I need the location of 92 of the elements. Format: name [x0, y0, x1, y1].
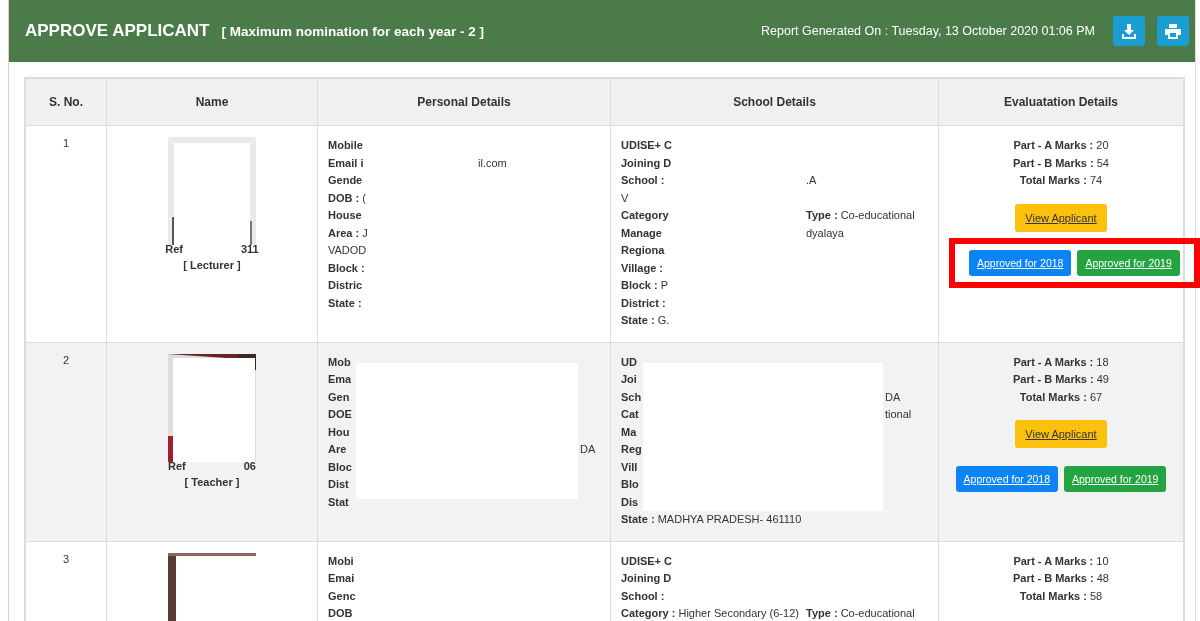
detail-text: Mobile	[328, 138, 364, 153]
detail-text: UD	[621, 354, 638, 370]
detail-text: Category	[621, 208, 670, 223]
approve-button[interactable]: Approved for 2018	[969, 249, 1072, 276]
detail-text: State : G.	[621, 313, 671, 328]
reference-text: 06	[243, 459, 256, 472]
detail-text: DOB	[328, 606, 354, 621]
detail-text: Joining D	[621, 155, 673, 171]
column-header: School Details	[610, 78, 939, 126]
detail-text: State :	[328, 295, 363, 311]
detail-text: il.com	[478, 155, 508, 171]
detail-text: Area : J	[328, 225, 369, 241]
detail-text: Joi	[621, 372, 638, 387]
marks-text: Part - B Marks : 54	[1012, 155, 1110, 171]
detail-text: Category : Higher Secondary (6-12)	[621, 606, 800, 621]
download-icon	[1122, 23, 1136, 39]
detail-text: Reg	[621, 442, 643, 457]
detail-text: .A	[806, 173, 818, 188]
detail-text: Bloc	[328, 459, 353, 475]
serial-number: 2	[62, 353, 70, 366]
detail-text: School :	[621, 588, 666, 604]
marks-text: Total Marks : 67	[1018, 389, 1104, 405]
detail-text: District :	[621, 295, 667, 311]
marks-text: Part - A Marks : 10	[1012, 553, 1110, 569]
serial-number: 3	[62, 552, 70, 565]
detail-text: Joining D	[621, 571, 673, 586]
marks-text: Part - B Marks : 48	[1012, 571, 1110, 586]
detail-text: Mob	[328, 354, 352, 370]
serial-number: 1	[62, 137, 70, 149]
approve-button[interactable]: Approved for 2019	[1077, 249, 1180, 276]
detail-text: Dis	[621, 494, 640, 510]
detail-text: House	[328, 208, 363, 223]
detail-text: Are	[328, 442, 348, 457]
report-date: Report Generated On : Tuesday, 13 October 2020 01:06 PM	[761, 24, 1095, 38]
detail-text: Ema	[328, 372, 353, 387]
detail-text: Mobi	[328, 553, 355, 569]
detail-text: Dist	[328, 477, 350, 492]
detail-text: Distric	[328, 278, 364, 293]
role-label: [ Lecturer ]	[183, 259, 241, 271]
approve-button[interactable]: Approved for 2018	[955, 466, 1058, 492]
reference-text: 311	[241, 243, 259, 255]
detail-text: Manage	[621, 225, 663, 241]
detail-text: Gen	[328, 389, 351, 405]
view-applicant-button[interactable]: View Applicant	[1015, 203, 1107, 232]
detail-text: Sch	[621, 389, 643, 405]
detail-text: Genc	[328, 588, 357, 604]
detail-text: dyalaya	[806, 225, 845, 241]
detail-text: Stat	[328, 494, 350, 510]
detail-text: Ma	[621, 424, 638, 440]
marks-text: Total Marks : 58	[1018, 588, 1104, 604]
role-label: [ Teacher ]	[184, 475, 240, 488]
detail-text: Emai	[328, 571, 356, 586]
download-button[interactable]	[1113, 16, 1145, 46]
detail-text: VADOD	[328, 243, 368, 258]
column-header: Name	[106, 78, 318, 126]
detail-text: Block :	[328, 260, 366, 276]
print-icon	[1165, 23, 1181, 39]
marks-text: Part - A Marks : 18	[1012, 354, 1110, 370]
detail-text: UDISE+ C	[621, 138, 674, 153]
detail-text: Village :	[621, 260, 664, 276]
detail-text: School :	[621, 173, 666, 188]
detail-text: State : MADHYA PRADESH- 461110	[621, 512, 803, 527]
column-header: Evaluatation Details	[938, 78, 1184, 126]
detail-text: Gende	[328, 173, 364, 188]
detail-text: tional	[885, 407, 913, 422]
approve-button[interactable]: Approved for 2019	[1064, 466, 1167, 492]
detail-text: DA	[885, 389, 902, 405]
marks-text: Part - B Marks : 49	[1012, 372, 1110, 387]
detail-text: Hou	[328, 424, 351, 440]
reference-text: Ref	[165, 243, 183, 255]
detail-text: DOE	[328, 407, 353, 422]
column-header: Personal Details	[317, 78, 611, 126]
detail-text: Block : P	[621, 278, 670, 293]
detail-text: Type : Co-educational	[806, 208, 916, 223]
detail-text: UDISE+ C	[621, 553, 674, 569]
detail-text: DA	[580, 442, 597, 457]
page-title: APPROVE APPLICANT	[25, 21, 210, 41]
print-button[interactable]	[1157, 16, 1189, 46]
view-applicant-button[interactable]: View Applicant	[1015, 420, 1107, 448]
column-header: S. No.	[25, 78, 107, 126]
marks-text: Total Marks : 74	[1018, 173, 1104, 188]
marks-text: Part - A Marks : 20	[1012, 138, 1110, 153]
detail-text: DOB : (	[328, 190, 367, 206]
detail-text: Cat	[621, 407, 640, 422]
detail-text: Email i	[328, 155, 365, 171]
detail-text: Vill	[621, 459, 639, 475]
detail-text: Type : Co-educational	[806, 606, 916, 621]
reference-text: Ref	[168, 459, 186, 472]
detail-text: Blo	[621, 477, 640, 492]
page-subtitle: [ Maximum nomination for each year - 2 ]	[221, 23, 485, 39]
detail-text: V	[621, 190, 630, 206]
detail-text: Regiona	[621, 243, 666, 258]
